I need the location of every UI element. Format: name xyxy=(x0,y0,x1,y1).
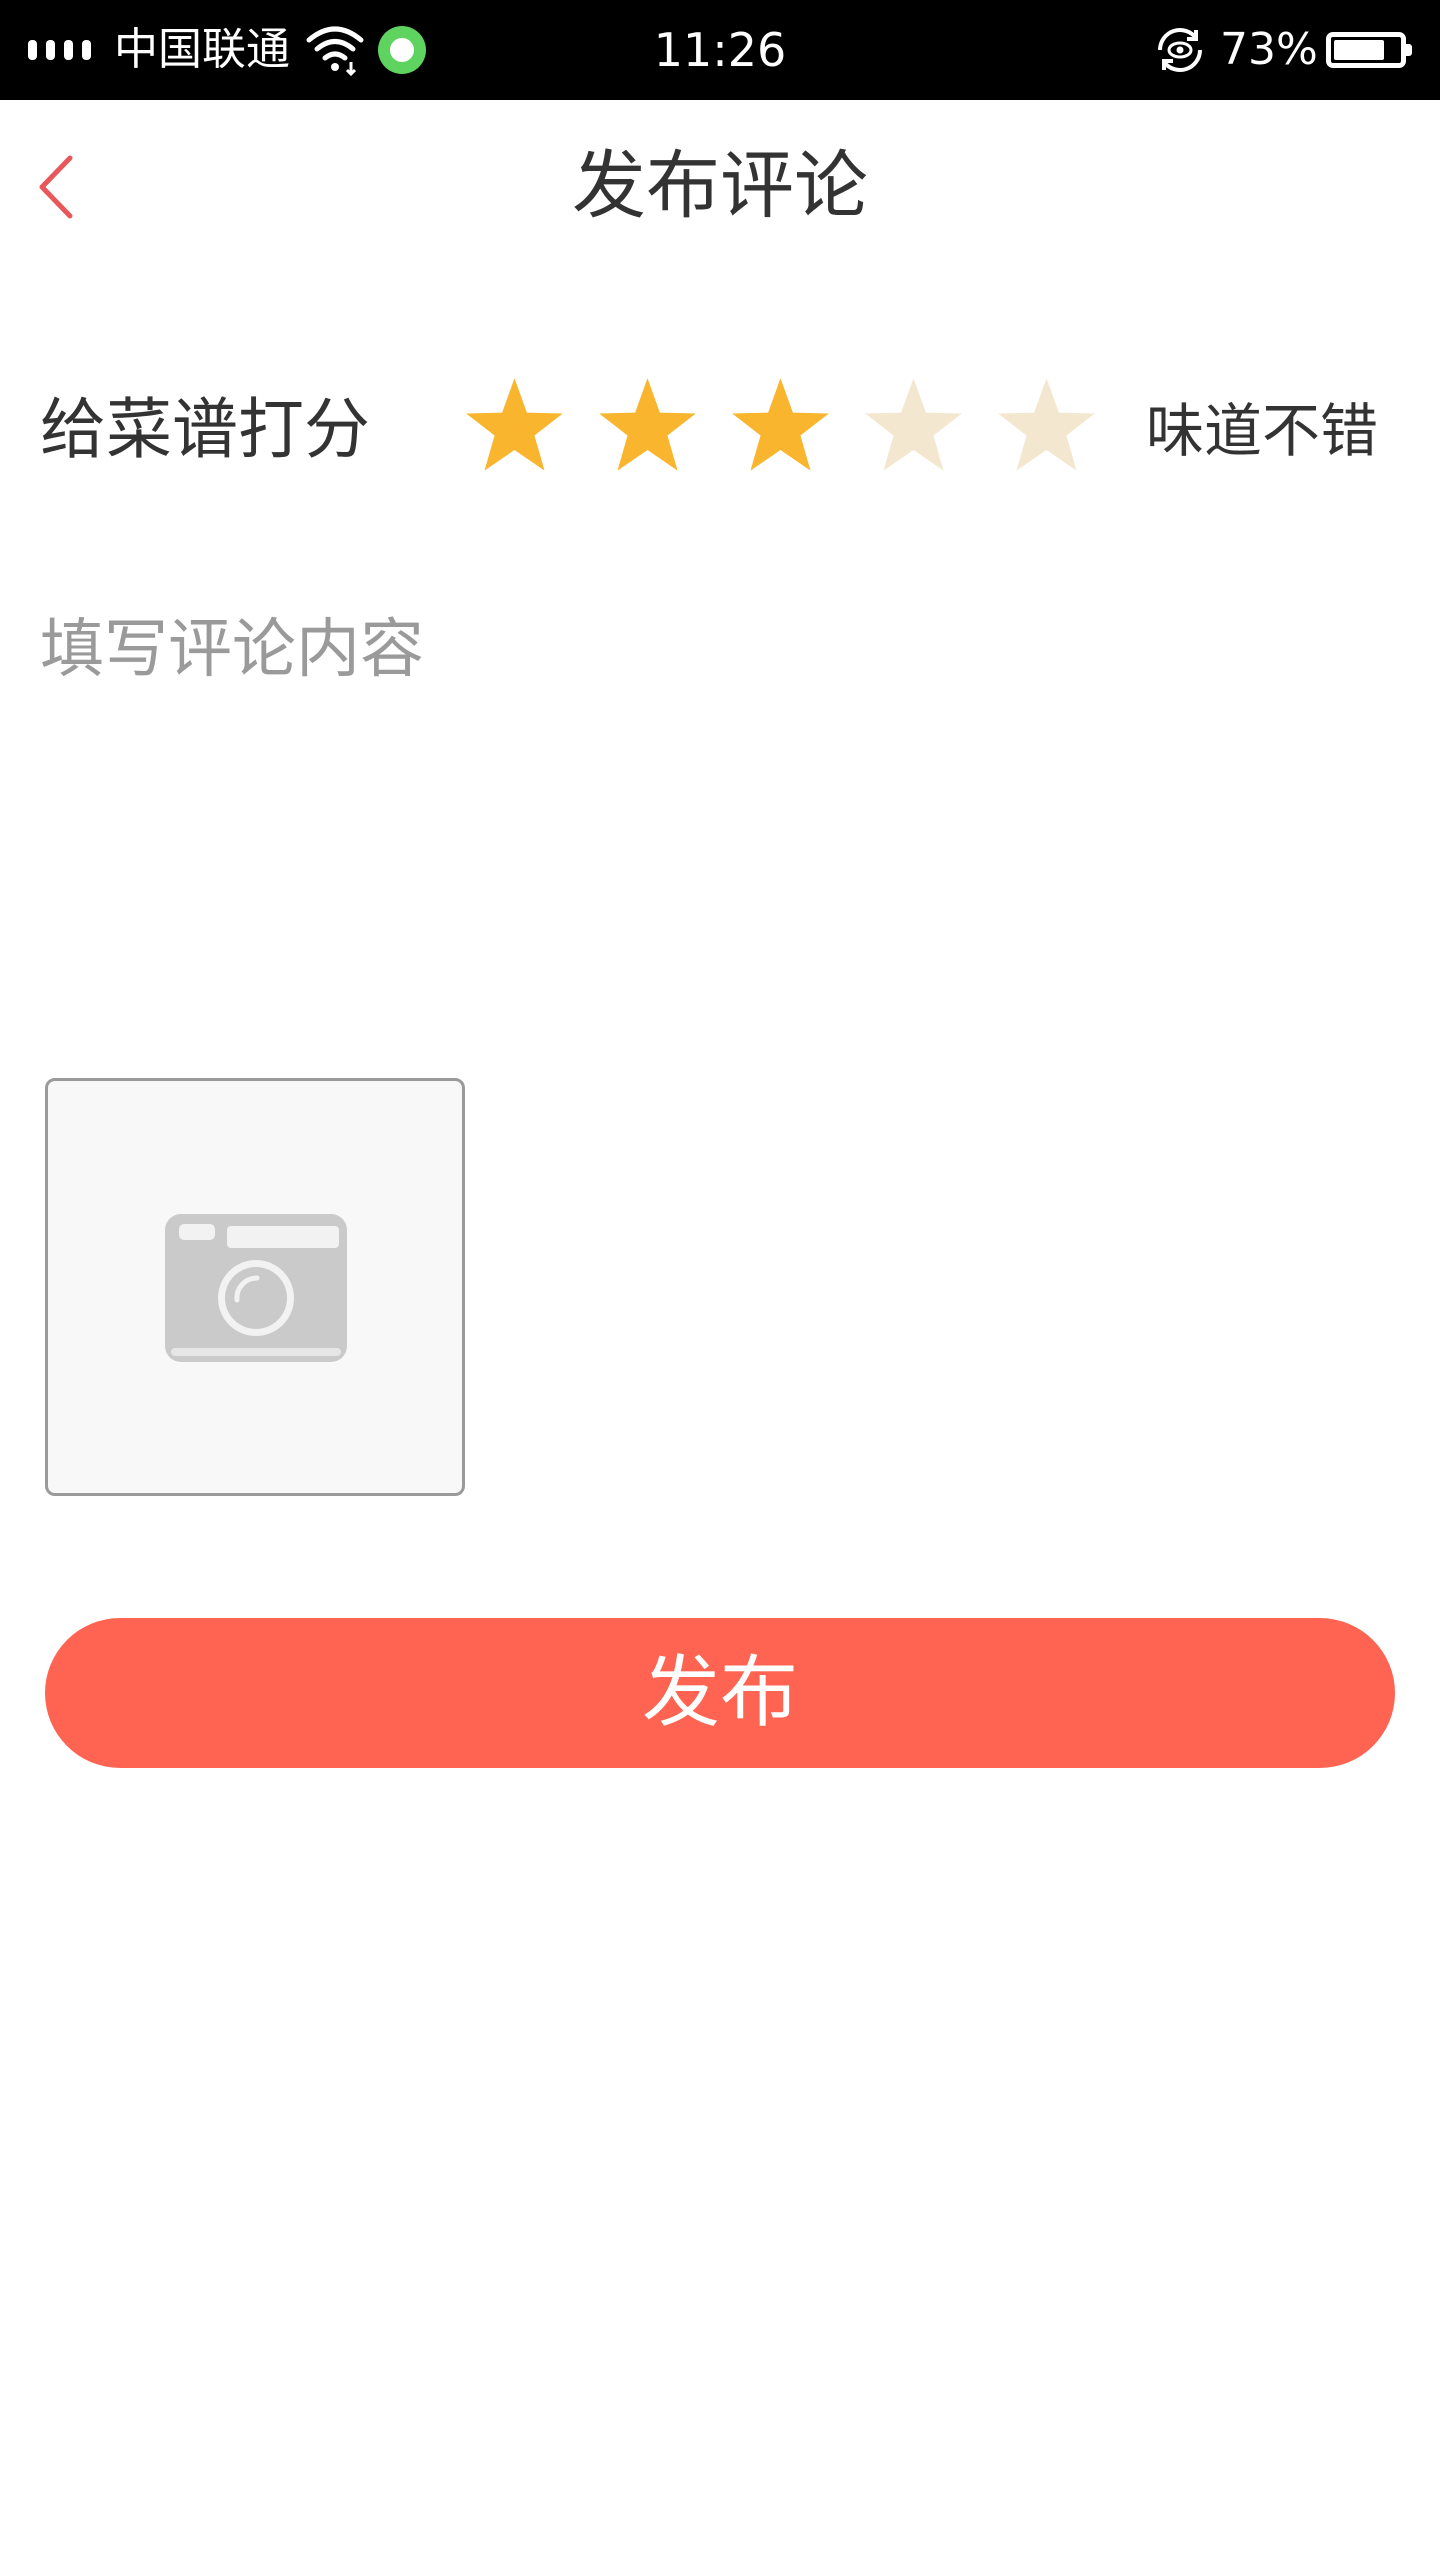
battery-percent: 73% xyxy=(1220,24,1318,75)
comment-input[interactable] xyxy=(40,600,1400,1000)
camera-icon xyxy=(165,1214,347,1362)
star-filled-icon[interactable] xyxy=(462,374,567,479)
rating-row: 给菜谱打分 味道不错 xyxy=(0,360,1440,500)
rating-label: 给菜谱打分 xyxy=(40,391,370,468)
star-rating[interactable] xyxy=(462,374,1099,479)
star-filled-icon[interactable] xyxy=(595,374,700,479)
header: 发布评论 xyxy=(0,100,1440,270)
publish-button[interactable]: 发布 xyxy=(45,1618,1395,1768)
star-empty-icon[interactable] xyxy=(861,374,966,479)
rotation-lock-icon xyxy=(1158,28,1202,72)
rating-description: 味道不错 xyxy=(1146,397,1379,465)
battery-icon xyxy=(1326,32,1412,68)
page-title: 发布评论 xyxy=(572,143,868,229)
star-empty-icon[interactable] xyxy=(994,374,1099,479)
status-bar: 中国联通 11:26 73% xyxy=(0,0,1440,100)
star-filled-icon[interactable] xyxy=(728,374,833,479)
add-photo-button[interactable] xyxy=(45,1078,465,1496)
